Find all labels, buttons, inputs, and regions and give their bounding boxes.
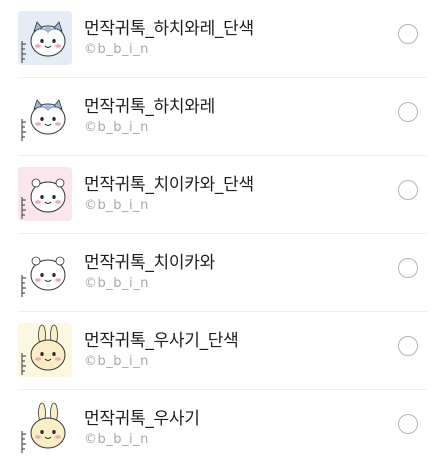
character-illustration [18, 401, 72, 455]
list-item[interactable]: 먼작귀톡_우사기_단색 ©b_b_i_n [0, 312, 439, 390]
character-illustration [18, 245, 72, 299]
theme-thumbnail [18, 11, 72, 65]
theme-author: ©b_b_i_n [84, 120, 149, 135]
theme-list: 먼작귀톡_하치와레_단색 ©b_b_i_n 먼작귀톡_하치와레 ©b_b_i_n… [0, 0, 439, 466]
list-item[interactable]: 먼작귀톡_하치와레 ©b_b_i_n [0, 78, 439, 156]
select-radio[interactable] [398, 336, 418, 356]
select-radio[interactable] [398, 102, 418, 122]
character-illustration [18, 89, 72, 143]
character-illustration [18, 167, 72, 221]
theme-author: ©b_b_i_n [84, 276, 149, 291]
list-item[interactable]: 먼작귀톡_치이카와 ©b_b_i_n [0, 234, 439, 312]
theme-title: 먼작귀톡_우사기 [84, 409, 200, 429]
theme-thumbnail [18, 167, 72, 221]
theme-title: 먼작귀톡_치이카와_단색 [84, 175, 254, 195]
list-item[interactable]: 먼작귀톡_하치와레_단색 ©b_b_i_n [0, 0, 439, 78]
character-illustration [18, 11, 72, 65]
theme-author: ©b_b_i_n [84, 354, 149, 369]
theme-author: ©b_b_i_n [84, 198, 149, 213]
theme-title: 먼작귀톡_하치와레_단색 [84, 19, 254, 39]
theme-thumbnail [18, 401, 72, 455]
theme-title: 먼작귀톡_치이카와 [84, 253, 215, 273]
theme-thumbnail [18, 323, 72, 377]
list-item[interactable]: 먼작귀톡_치이카와_단색 ©b_b_i_n [0, 156, 439, 234]
theme-thumbnail [18, 89, 72, 143]
theme-author: ©b_b_i_n [84, 432, 149, 447]
select-radio[interactable] [398, 258, 418, 278]
theme-author: ©b_b_i_n [84, 42, 149, 57]
theme-title: 먼작귀톡_하치와레 [84, 97, 215, 117]
select-radio[interactable] [398, 24, 418, 44]
select-radio[interactable] [398, 414, 418, 434]
theme-thumbnail [18, 245, 72, 299]
theme-title: 먼작귀톡_우사기_단색 [84, 331, 239, 351]
character-illustration [18, 323, 72, 377]
list-item[interactable]: 먼작귀톡_우사기 ©b_b_i_n [0, 390, 439, 468]
select-radio[interactable] [398, 180, 418, 200]
